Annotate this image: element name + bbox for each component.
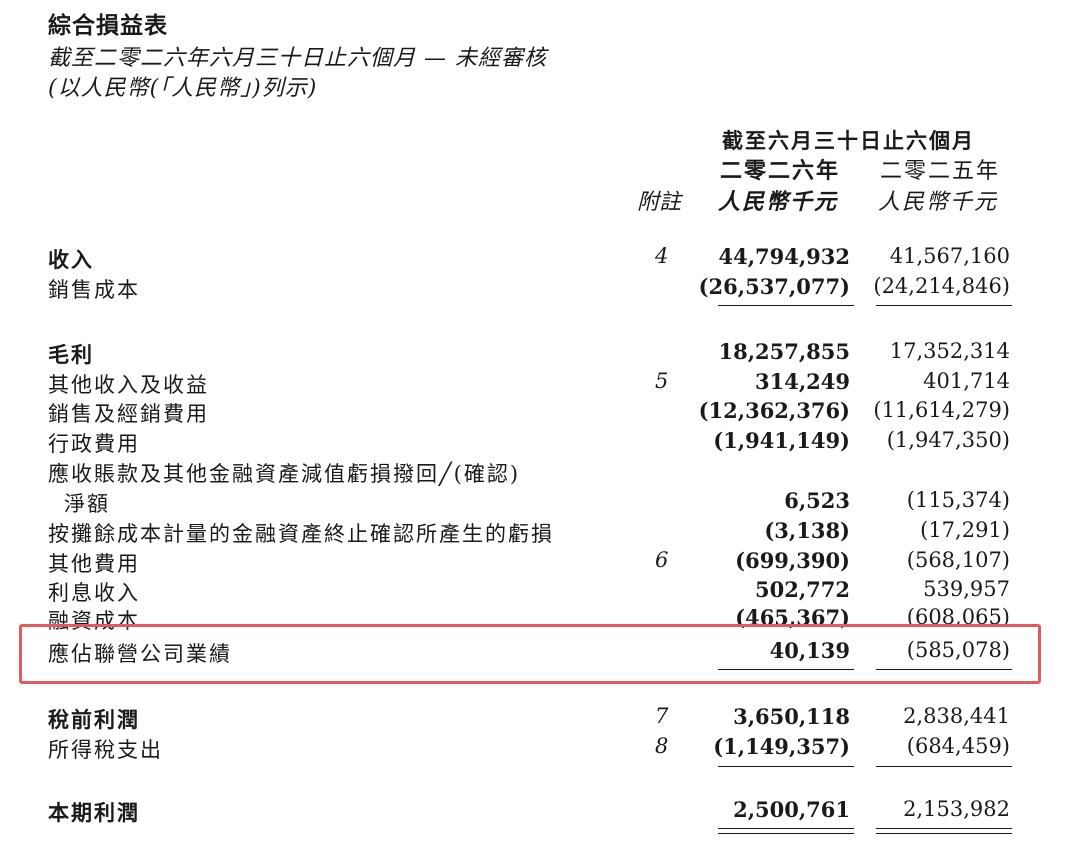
row-label-revenue: 收入 <box>48 247 94 272</box>
total-rule-previous-2 <box>876 833 1012 834</box>
column-unit-current: 人民幣千元 <box>718 189 839 215</box>
subtotal-rule-previous <box>876 766 1012 767</box>
row-note-other-income: 5 <box>655 369 669 393</box>
row-previous-impairment: (115,374) <box>906 488 1010 512</box>
total-rule-previous-1 <box>876 828 1012 829</box>
subtotal-rule-previous <box>876 305 1012 306</box>
row-label-admin-expenses: 行政費用 <box>48 432 140 456</box>
row-label-derecognition-loss: 按攤餘成本計量的金融資產終止確認所產生的虧損 <box>48 522 554 546</box>
row-label-impairment-cont: 淨額 <box>64 492 110 516</box>
row-previous-other-expenses: (568,107) <box>906 548 1010 572</box>
row-current-other-income: 314,249 <box>755 369 850 394</box>
row-label-other-income: 其他收入及收益 <box>48 373 209 397</box>
column-year-previous: 二零二五年 <box>880 159 1001 184</box>
column-year-current: 二零二六年 <box>720 158 841 184</box>
statement-title: 綜合損益表 <box>48 12 168 39</box>
row-previous-profit-for-period: 2,153,982 <box>903 797 1010 821</box>
row-current-admin-expenses: (1,941,149) <box>713 428 850 453</box>
row-previous-selling-expenses: (11,614,279) <box>873 398 1010 422</box>
row-previous-gross-profit: 17,352,314 <box>889 339 1010 363</box>
row-label-cost-of-sales: 銷售成本 <box>48 278 140 302</box>
row-current-profit-for-period: 2,500,761 <box>733 797 850 822</box>
column-unit-previous: 人民幣千元 <box>878 190 999 215</box>
column-period-header: 截至六月三十日止六個月 <box>722 128 975 153</box>
row-label-other-expenses: 其他費用 <box>48 552 140 576</box>
currency-note: (以人民幣(「人民幣」)列示) <box>48 76 318 101</box>
row-previous-other-income: 401,714 <box>923 369 1010 393</box>
column-note-header: 附註 <box>637 190 682 215</box>
row-current-cost-of-sales: (26,537,077) <box>698 274 850 299</box>
row-previous-derecognition-loss: (17,291) <box>920 518 1010 542</box>
row-current-other-expenses: (699,390) <box>735 548 850 573</box>
row-label-profit-before-tax: 稅前利潤 <box>48 707 140 732</box>
subtotal-rule-previous <box>876 669 1012 670</box>
row-current-impairment: 6,523 <box>784 488 850 513</box>
row-previous-share-of-associates: (585,078) <box>906 638 1010 662</box>
row-previous-income-tax: (684,459) <box>906 734 1010 758</box>
row-previous-admin-expenses: (1,947,350) <box>886 428 1010 452</box>
row-label-selling-expenses: 銷售及經銷費用 <box>48 402 209 426</box>
statement-period: 截至二零二六年六月三十日止六個月 — 未經審核 <box>48 46 547 71</box>
row-label-gross-profit: 毛利 <box>48 342 94 367</box>
total-rule-current-2 <box>718 833 854 834</box>
subtotal-rule-current <box>718 305 854 306</box>
row-label-interest-income: 利息收入 <box>48 581 140 605</box>
row-current-derecognition-loss: (3,138) <box>764 518 850 543</box>
row-note-profit-before-tax: 7 <box>655 704 669 728</box>
row-previous-interest-income: 539,957 <box>923 577 1010 601</box>
row-note-other-expenses: 6 <box>655 548 669 572</box>
row-current-selling-expenses: (12,362,376) <box>698 398 850 423</box>
total-rule-current-1 <box>718 828 854 829</box>
row-current-revenue: 44,794,932 <box>718 244 850 269</box>
subtotal-rule-current <box>718 766 854 767</box>
row-previous-cost-of-sales: (24,214,846) <box>873 274 1010 298</box>
row-previous-revenue: 41,567,160 <box>889 244 1010 268</box>
row-label-income-tax: 所得稅支出 <box>48 738 163 762</box>
row-label-share-of-associates: 應佔聯營公司業績 <box>48 642 232 666</box>
row-note-revenue: 4 <box>655 244 669 268</box>
row-current-profit-before-tax: 3,650,118 <box>733 704 850 729</box>
row-note-income-tax: 8 <box>655 734 669 758</box>
row-current-gross-profit: 18,257,855 <box>718 339 850 364</box>
row-label-impairment: 應收賬款及其他金融資產減值虧損撥回╱(確認) <box>48 462 521 486</box>
row-current-share-of-associates: 40,139 <box>769 638 850 663</box>
row-label-profit-for-period: 本期利潤 <box>48 800 140 825</box>
row-previous-profit-before-tax: 2,838,441 <box>903 704 1010 728</box>
row-current-income-tax: (1,149,357) <box>713 734 850 759</box>
subtotal-rule-current <box>718 669 854 670</box>
row-current-interest-income: 502,772 <box>755 577 850 602</box>
